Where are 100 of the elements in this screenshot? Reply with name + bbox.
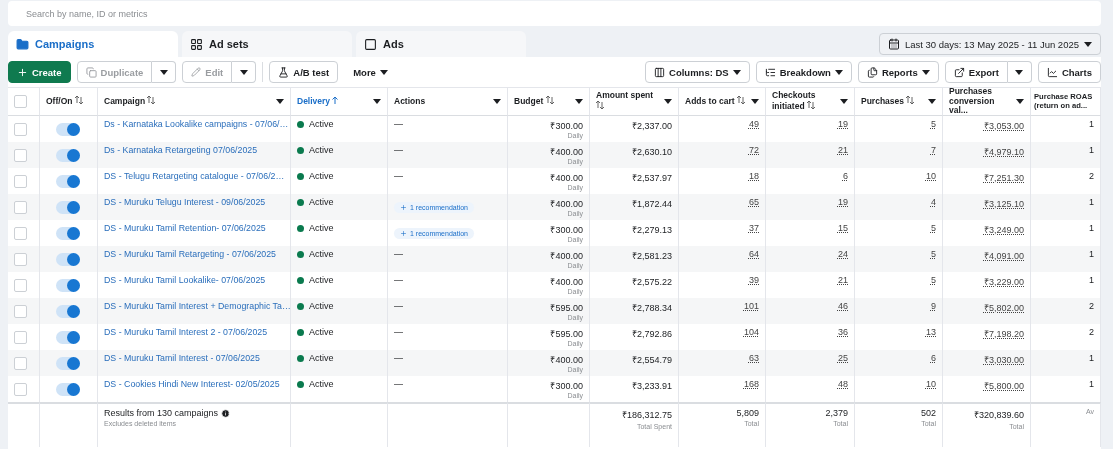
caret-icon [379,69,388,75]
table-cell-text: ₹300.00 [550,380,583,392]
sort-icon[interactable] [545,96,554,105]
status-text: Active [309,223,334,233]
toolbar-button[interactable]: Charts [1037,61,1101,83]
flask-icon [278,66,290,78]
search-field[interactable]: Search by name, ID or metrics [8,1,1101,26]
row-checkbox[interactable] [14,253,27,266]
table-cell: 1 [1031,246,1101,272]
toolbar-button[interactable]: Columns: DS [645,61,750,83]
info-icon[interactable] [221,408,231,418]
table-cell-text: ₹300.00 [550,120,583,132]
toggle-switch[interactable] [56,253,80,266]
row-checkbox[interactable] [14,279,27,292]
reports-icon [866,66,878,78]
toggle-switch[interactable] [56,123,80,136]
column-header[interactable]: Delivery [291,87,388,116]
campaign-link[interactable]: DS - Muruku Tamil Interest 2 - 07/06/2025 [104,327,268,337]
toolbar-button[interactable]: A/B test [269,61,339,83]
table-cell: 1 [1031,142,1101,168]
table-cell: — [394,145,403,155]
campaign-link[interactable]: DS - Muruku Tamil Lookalike- 07/06/2025 [104,275,266,285]
table-cell: 7 [855,142,943,168]
status-text: Active [309,171,334,181]
row-checkbox[interactable] [14,175,27,188]
tab[interactable]: Campaigns [8,31,178,57]
campaign-link[interactable]: Ds - Karnataka Lookalike campaigns - 07/06/… [104,119,289,129]
table-cell: 24 [766,246,855,272]
columns-icon [654,66,666,78]
dropdown-button[interactable] [152,61,177,83]
status-text: Active [309,197,334,207]
table-cell: — [394,249,403,259]
toggle-switch[interactable] [56,357,80,370]
toggle-switch[interactable] [56,175,80,188]
table-cell-text: ₹300.00 [550,224,583,236]
total-value: 502 [920,408,936,418]
row-checkbox[interactable] [14,331,27,344]
campaign-link[interactable]: DS - Muruku Tamil Retention- 07/06/2025 [104,223,266,233]
toggle-switch[interactable] [56,201,80,214]
sort-icon[interactable] [596,101,604,109]
table-cell: 65 [679,194,766,220]
row-checkbox[interactable] [14,305,27,318]
sort-icon[interactable] [906,96,915,105]
toolbar-button[interactable]: Export [944,61,1008,83]
total-value: ₹320,839.60 [973,409,1024,421]
table-cell: ₹1,872.44 [590,194,679,220]
caret-icon [928,99,936,104]
toggle-switch[interactable] [56,331,80,344]
caret-icon [921,69,930,75]
column-header[interactable]: Campaign [98,87,291,116]
tab[interactable]: Ads [356,31,526,57]
column-header[interactable]: Actions [388,87,508,116]
dropdown-button[interactable] [1007,61,1032,83]
row-checkbox[interactable] [14,123,27,136]
table-cell-text: ₹400.00 [550,276,583,288]
sort-ascending-icon[interactable] [332,96,339,105]
toggle-switch[interactable] [56,383,80,396]
campaign-link[interactable]: DS - Telugu Retargeting catalogue - 07/06/2… [104,171,285,181]
toolbar-button[interactable]: Create [8,61,71,83]
table-cell-text: ₹400.00 [550,354,583,366]
plus-icon [400,230,407,237]
select-all-checkbox[interactable] [14,95,27,108]
date-range-button[interactable]: Last 30 days: 13 May 2025 - 11 Jun 2025 [878,33,1101,55]
table-cell: ₹2,630.10 [590,142,679,168]
toolbar-button[interactable]: Reports [857,61,939,83]
sort-icon[interactable] [736,96,745,105]
table-cell: — [394,301,403,311]
sort-icon[interactable] [806,101,815,109]
toggle-switch[interactable] [56,149,80,162]
tab[interactable]: Ad sets [182,31,352,57]
table-cell: ₹4,979.10 [943,142,1031,168]
campaign-link[interactable]: DS - Cookies Hindi New Interest- 02/05/2025 [104,379,280,389]
results-count: Results from 130 campaigns [104,408,219,418]
row-checkbox[interactable] [14,357,27,370]
status-text: Active [309,249,334,259]
status-text: Active [309,275,334,285]
table-cell: ₹2,581.23 [590,246,679,272]
row-checkbox[interactable] [14,227,27,240]
plus-icon [17,66,28,78]
toolbar-button[interactable]: Breakdown [755,61,852,83]
table-cell: ₹3,030.00 [943,350,1031,376]
toggle-switch[interactable] [56,305,80,318]
dropdown-button[interactable] [232,61,257,83]
toggle-switch[interactable] [56,227,80,240]
row-checkbox[interactable] [14,149,27,162]
sort-icon[interactable] [74,96,83,105]
toggle-switch[interactable] [56,279,80,292]
status-text: Active [309,119,334,129]
caret-icon [664,99,672,104]
table-cell: ₹2,788.34 [590,298,679,324]
total-value: 5,809 [736,408,759,418]
row-checkbox[interactable] [14,383,27,396]
copy-icon [85,66,97,78]
table-cell: 6 [855,350,943,376]
sort-icon[interactable] [147,96,156,105]
row-checkbox[interactable] [14,201,27,214]
table-cell: ₹3,125.10 [943,194,1031,220]
total-value: ₹186,312.75 [621,409,672,421]
caret-icon [1015,69,1024,75]
table-cell-text: ₹400.00 [550,198,583,210]
